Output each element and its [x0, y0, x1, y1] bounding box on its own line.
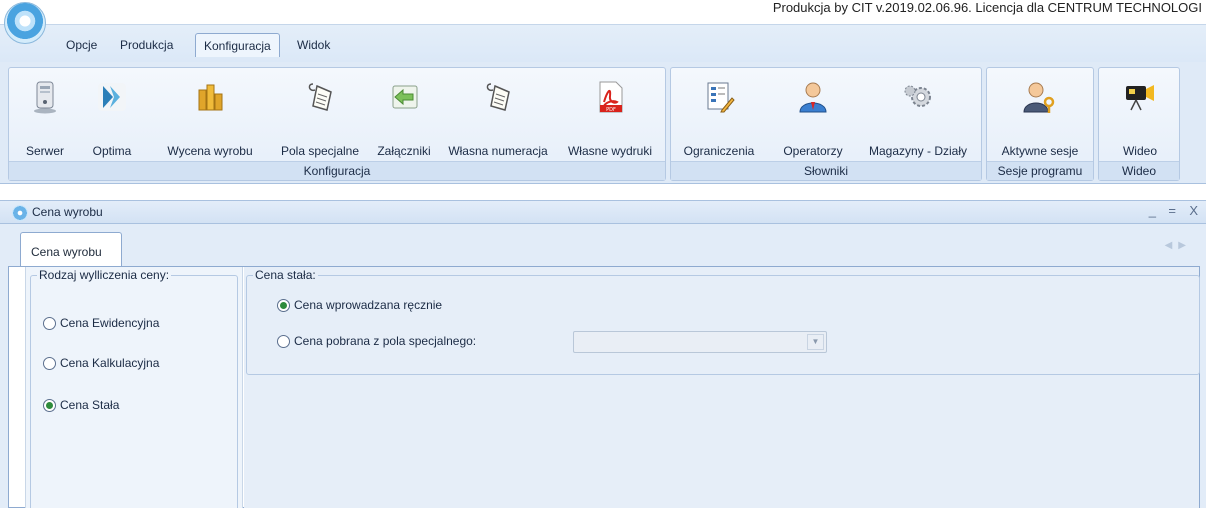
radio-dot-selected: [43, 398, 56, 412]
app-menu-orb-icon[interactable]: [4, 2, 46, 44]
group-wideo: Wideo Wideo: [1098, 67, 1180, 181]
minimize-button[interactable]: _: [1149, 203, 1156, 218]
wideo-label: Wideo: [1122, 144, 1157, 158]
radio-dot: [277, 334, 290, 348]
video-camera-icon: [1126, 85, 1154, 111]
chevron-down-icon[interactable]: ▼: [807, 334, 824, 350]
radio-cena-stala[interactable]: Cena Stała: [43, 398, 119, 412]
wlasna-numeracja-button[interactable]: Własna numeracja: [441, 72, 555, 158]
pola-specjalne-label: Pola specjalne: [280, 144, 360, 158]
fixed-price-legend: Cena stała:: [253, 268, 318, 282]
price-type-panel: Rodzaj wylliczenia ceny: Cena Ewidencyjn…: [25, 267, 243, 508]
serwer-button[interactable]: Serwer: [15, 72, 75, 158]
document-edit-icon: [707, 82, 735, 113]
wideo-button[interactable]: Wideo: [1103, 72, 1177, 158]
gears-icon: [904, 85, 931, 107]
optima-label: Optima: [92, 144, 132, 158]
child-window-body: Cena wyrobu ◀▶ Rodzaj wylliczenia ceny: …: [0, 224, 1206, 508]
close-button[interactable]: X: [1189, 203, 1198, 218]
special-field-combo[interactable]: ▼: [573, 331, 827, 353]
zalaczniki-button[interactable]: Załączniki: [371, 72, 437, 158]
ograniczenia-button[interactable]: Ograniczenia: [675, 72, 763, 158]
zalaczniki-label: Załączniki: [377, 144, 431, 158]
operatorzy-button[interactable]: Operatorzy: [771, 72, 855, 158]
tab-content: Rodzaj wylliczenia ceny: Cena Ewidencyjn…: [8, 266, 1200, 508]
tab-cena-wyrobu[interactable]: Cena wyrobu: [20, 232, 122, 266]
operatorzy-label: Operatorzy: [783, 144, 843, 158]
child-window-title: Cena wyrobu: [32, 205, 103, 219]
child-window-titlebar: Cena wyrobu _ = X: [0, 200, 1206, 224]
radio-dot: [43, 316, 56, 330]
title-bar: Produkcja by CIT v.2019.02.06.96. Licenc…: [0, 0, 1206, 24]
tab-widok[interactable]: Widok: [289, 33, 338, 57]
wlasne-wydruki-label: Własne wydruki: [567, 144, 653, 158]
maximize-button[interactable]: =: [1168, 203, 1176, 218]
magazyny-dzialy-label: Magazyny - Działy: [868, 144, 968, 158]
radio-cena-ewidencyjna[interactable]: Cena Ewidencyjna: [43, 316, 159, 330]
group-konfiguracja: Serwer Optima Wycena wyrobu Pola specjal…: [8, 67, 666, 181]
attachment-arrow-icon: [392, 85, 418, 109]
radio-label: Cena Kalkulacyjna: [60, 356, 160, 370]
radio-dot-selected: [277, 298, 290, 312]
window-app-icon: [12, 205, 28, 221]
tab-produkcja[interactable]: Produkcja: [112, 33, 181, 57]
radio-dot: [43, 356, 56, 370]
radio-cena-kalkulacyjna[interactable]: Cena Kalkulacyjna: [43, 356, 159, 370]
radio-label: Cena wprowadzana ręcznie: [294, 298, 443, 312]
radio-cena-reczna[interactable]: Cena wprowadzana ręcznie: [277, 298, 442, 312]
wlasna-numeracja-label: Własna numeracja: [448, 144, 548, 158]
tab-scroll-arrows-icon[interactable]: ◀▶: [1165, 240, 1192, 251]
radio-label: Cena Stała: [60, 398, 120, 412]
serwer-label: Serwer: [25, 144, 64, 158]
ograniczenia-label: Ograniczenia: [683, 144, 755, 158]
ribbon: Serwer Optima Wycena wyrobu Pola specjal…: [0, 62, 1206, 184]
price-type-group: Rodzaj wylliczenia ceny: Cena Ewidencyjn…: [30, 268, 238, 508]
group-sesje-programu: Aktywne sesje Sesje programu: [986, 67, 1094, 181]
svg-text:PDF: PDF: [606, 107, 616, 113]
pola-specjalne-button[interactable]: Pola specjalne: [271, 72, 369, 158]
group-label-wideo: Wideo: [1099, 161, 1179, 180]
tag-icon: [486, 83, 510, 111]
aktywne-sesje-label: Aktywne sesje: [1001, 144, 1079, 158]
fixed-price-group: Cena stała: Cena wprowadzana ręcznie Cen…: [246, 268, 1200, 375]
server-icon: [34, 81, 56, 114]
optima-logo-icon: [98, 83, 126, 111]
fixed-price-panel: Cena stała: Cena wprowadzana ręcznie Cen…: [244, 267, 1200, 508]
coins-icon: [198, 84, 223, 111]
user-icon: [799, 82, 827, 113]
radio-label: Cena Ewidencyjna: [60, 316, 160, 330]
group-label-sesje: Sesje programu: [987, 161, 1093, 180]
wycena-wyrobu-button[interactable]: Wycena wyrobu: [157, 72, 263, 158]
aktywne-sesje-button[interactable]: Aktywne sesje: [989, 72, 1091, 158]
wlasne-wydruki-button[interactable]: PDF Własne wydruki: [559, 72, 661, 158]
tab-konfiguracja[interactable]: Konfiguracja: [195, 33, 280, 57]
radio-label: Cena pobrana z pola specjalnego:: [294, 334, 477, 348]
group-label-slowniki: Słowniki: [671, 161, 981, 180]
window-title: Produkcja by CIT v.2019.02.06.96. Licenc…: [772, 0, 1202, 15]
tab-opcje[interactable]: Opcje: [58, 33, 105, 57]
pdf-icon: PDF: [599, 81, 623, 113]
magazyny-dzialy-button[interactable]: Magazyny - Działy: [859, 72, 977, 158]
group-slowniki: Ograniczenia Operatorzy Magazyny - Dział…: [670, 67, 982, 181]
wycena-wyrobu-label: Wycena wyrobu: [167, 144, 253, 158]
user-key-icon: [1023, 82, 1055, 113]
group-label-konfiguracja: Konfiguracja: [9, 161, 665, 180]
radio-cena-z-pola-specjalnego[interactable]: Cena pobrana z pola specjalnego:: [277, 334, 476, 348]
price-type-legend: Rodzaj wylliczenia ceny:: [37, 268, 172, 282]
optima-button[interactable]: Optima: [87, 72, 137, 158]
ribbon-tab-row: Opcje Produkcja Konfiguracja Widok: [0, 24, 1206, 62]
tag-icon: [308, 83, 332, 111]
